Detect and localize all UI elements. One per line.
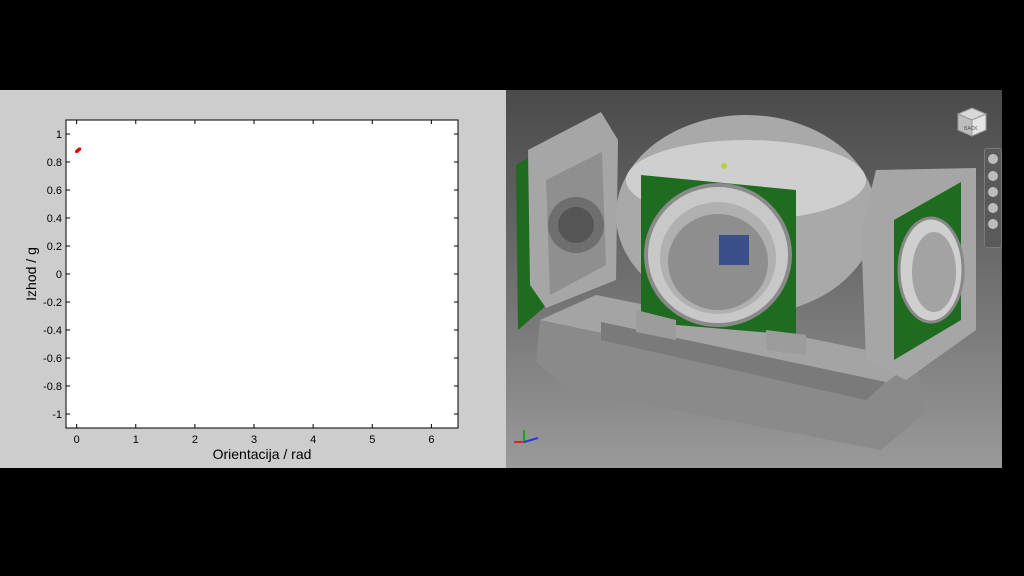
axis-triad [514,430,539,443]
plot-axes-area [65,119,459,429]
view-cube-label: BACK [964,126,978,132]
plot-panel: 1 0.8 0.6 0.4 0.2 0 -0.2 -0.4 -0.6 -0.8 -1 0 1 2 3 4 5 6… [0,90,506,468]
y-tick-label: 1 [56,129,62,141]
sensor-chip [719,235,749,265]
plot-figure: 1 0.8 0.6 0.4 0.2 0 -0.2 -0.4 -0.6 -0.8 -1 0 1 2 3 4 5 6… [23,119,459,462]
x-tick-label: 2 [192,434,198,446]
y-tick-label: -0.6 [43,353,62,365]
y-tick-label: 0.6 [47,185,62,197]
x-tick-label: 0 [74,434,80,446]
bearing-bore [668,214,768,310]
orientation-marker [721,163,727,169]
y-tick-label: -1 [52,409,62,421]
data-point [77,147,82,151]
navigation-bar [984,148,1002,248]
y-tick-label: 0.4 [47,213,62,225]
x-tick-label: 3 [251,434,257,446]
orbit-icon[interactable] [988,203,998,213]
x-tick-label: 4 [310,434,316,446]
y-tick-label: 0.8 [47,157,62,169]
cad-model[interactable] [506,90,1002,468]
x-tick-label: 5 [369,434,375,446]
y-tick-label: -0.2 [43,297,62,309]
x-tick-label: 6 [428,434,434,446]
left-bracket-bore [558,207,594,243]
y-tick-label: 0 [56,269,62,281]
y-tick-label: -0.8 [43,381,62,393]
y-axis-label: Izhod / g [23,247,39,301]
right-bearing-bore [912,232,956,312]
steering-wheel-icon[interactable] [988,154,998,164]
pan-icon[interactable] [988,171,998,181]
y-tick-label: -0.4 [43,325,62,337]
z-axis-arrow [523,437,539,443]
view-cube[interactable]: BACK [954,104,988,138]
y-tick-label: 0.2 [47,241,62,253]
x-axis-label: Orientacija / rad [213,446,312,462]
x-tick-label: 1 [133,434,139,446]
look-at-icon[interactable] [988,219,998,229]
cad-viewport[interactable]: BACK [506,90,1002,468]
zoom-icon[interactable] [988,187,998,197]
